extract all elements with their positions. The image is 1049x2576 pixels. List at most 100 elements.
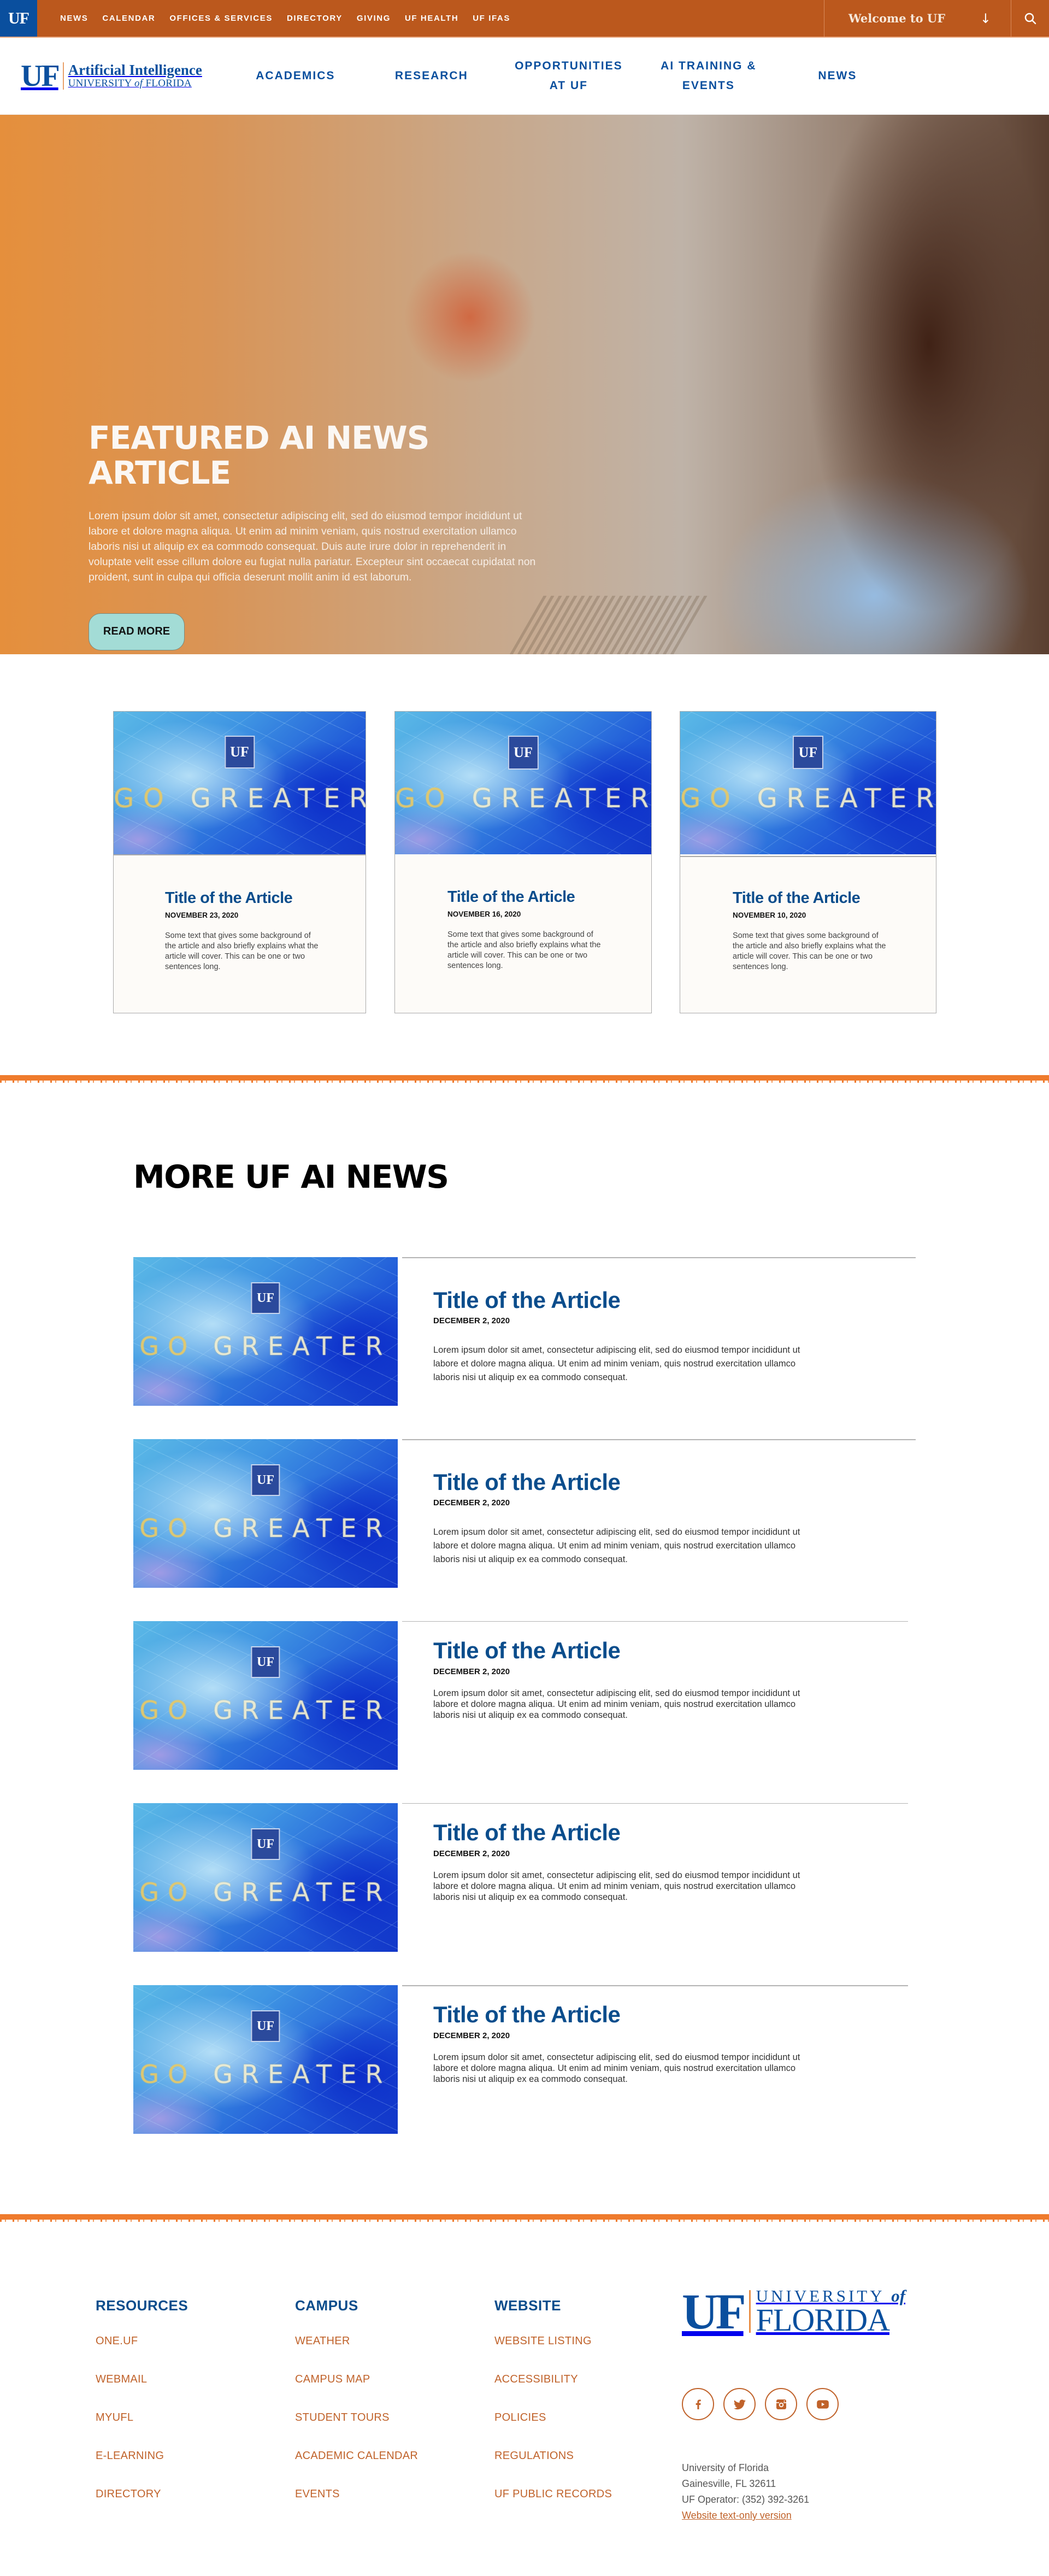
article-card[interactable]: UF GO GREATER Title of the Article NOVEM… — [680, 711, 936, 1013]
card-body: Title of the Article NOVEMBER 10, 2020 S… — [680, 856, 936, 1013]
article-card[interactable]: UF GO GREATER Title of the Article NOVEM… — [113, 711, 366, 1013]
uf-badge: UF — [508, 736, 539, 770]
footer-heading: CAMPUS — [295, 2297, 358, 2314]
footer-link[interactable]: DIRECTORY — [96, 2488, 161, 2500]
nav-item-research[interactable]: RESEARCH — [388, 66, 475, 86]
util-link-giving[interactable]: GIVING — [357, 14, 391, 23]
address-line: University of Florida — [682, 2462, 769, 2473]
footer-link[interactable]: ACCESSIBILITY — [494, 2373, 578, 2385]
logo-uf: UF — [21, 59, 60, 93]
footer-link[interactable]: STUDENT TOURS — [295, 2411, 390, 2424]
wordmark-uf: UF — [682, 2284, 746, 2339]
util-link-directory[interactable]: DIRECTORY — [287, 14, 343, 23]
read-more-button[interactable]: READ MORE — [89, 613, 185, 650]
footer-heading: RESOURCES — [96, 2297, 188, 2314]
article-image: UF GO GREATER — [133, 1803, 398, 1952]
nav-item-academics[interactable]: ACADEMICS — [249, 66, 342, 86]
news-title: Title of the Article — [433, 1820, 621, 1845]
util-link-uf-ifas[interactable]: UF IFAS — [473, 14, 510, 23]
row-divider — [402, 1257, 916, 1258]
welcome-dropdown[interactable]: Welcome to UF ↓ — [824, 0, 1011, 37]
uf-home-logo[interactable]: UF — [0, 0, 37, 37]
go-greater-text: GO GREATER — [395, 783, 651, 814]
youtube-link[interactable] — [806, 2388, 839, 2420]
uf-badge: UF — [224, 736, 255, 769]
card-title: Title of the Article — [447, 888, 575, 906]
news-description: Lorem ipsum dolor sit amet, consectetur … — [433, 1345, 800, 1382]
main-nav: UF Artificial Intelligence UNIVERSITY of… — [0, 38, 1049, 115]
footer-link[interactable]: EVENTS — [295, 2488, 340, 2500]
arrow-down-icon: ↓ — [980, 10, 991, 26]
nav-item-news[interactable]: NEWS — [808, 66, 868, 86]
logo-divider — [62, 62, 64, 90]
site-footer: RESOURCES ONE.UF WEBMAIL MYUFL E-LEARNIN… — [0, 2220, 1049, 2528]
news-title: Title of the Article — [433, 1638, 621, 1663]
youtube-icon — [816, 2399, 829, 2409]
article-image: UF GO GREATER — [114, 712, 366, 854]
article-image: UF GO GREATER — [395, 712, 651, 854]
article-image: UF GO GREATER — [680, 712, 936, 854]
footer-link[interactable]: WEATHER — [295, 2335, 350, 2347]
footer-link[interactable]: ONE.UF — [96, 2335, 138, 2347]
card-description: Some text that gives some background of … — [733, 931, 886, 971]
footer-link[interactable]: CAMPUS MAP — [295, 2373, 370, 2385]
footer-address: University of Florida Gainesville, FL 32… — [682, 2460, 809, 2524]
news-list-item[interactable]: UF GO GREATER Title of the Article DECEM… — [133, 1621, 908, 1770]
util-link-calendar[interactable]: CALENDAR — [102, 14, 155, 23]
facebook-link[interactable] — [682, 2388, 714, 2420]
card-body: Title of the Article NOVEMBER 16, 2020 S… — [395, 854, 651, 1013]
search-button[interactable] — [1011, 0, 1049, 37]
footer-link[interactable]: REGULATIONS — [494, 2450, 574, 2462]
article-image: UF GO GREATER — [133, 1985, 398, 2134]
nav-item-opportunities[interactable]: OPPORTUNITIES AT UF — [506, 56, 632, 95]
news-list-item[interactable]: UF GO GREATER Title of the Article DECEM… — [133, 1439, 916, 1588]
hero-content: FEATURED AI NEWS ARTICLE Lorem ipsum dol… — [89, 419, 547, 650]
article-card[interactable]: UF GO GREATER Title of the Article NOVEM… — [394, 711, 652, 1013]
footer-link[interactable]: MYUFL — [96, 2411, 133, 2424]
twitter-link[interactable] — [723, 2388, 756, 2420]
news-list-item[interactable]: UF GO GREATER Title of the Article DECEM… — [133, 1257, 916, 1406]
util-link-uf-health[interactable]: UF HEALTH — [405, 14, 458, 23]
news-description: Lorem ipsum dolor sit amet, consectetur … — [433, 1688, 800, 1720]
footer-heading: WEBSITE — [494, 2297, 561, 2314]
news-date: DECEMBER 2, 2020 — [433, 1498, 510, 1507]
go-greater-text: GO GREATER — [139, 1877, 392, 1907]
operator-phone: UF Operator: (352) 392-3261 — [682, 2494, 810, 2505]
news-title: Title of the Article — [433, 2002, 621, 2027]
uf-badge: UF — [251, 1828, 280, 1861]
card-description: Some text that gives some background of … — [447, 930, 601, 970]
news-date: DECEMBER 2, 2020 — [433, 1849, 510, 1858]
site-logo[interactable]: UF Artificial Intelligence UNIVERSITY of… — [21, 61, 202, 91]
nav-item-ai-training-events[interactable]: AI TRAINING & EVENTS — [646, 56, 771, 95]
news-list-item[interactable]: UF GO GREATER Title of the Article DECEM… — [133, 1985, 908, 2134]
search-icon — [1024, 13, 1036, 24]
main-nav-items: ACADEMICS RESEARCH OPPORTUNITIES AT UF AI… — [202, 56, 868, 95]
uf-wordmark-logo[interactable]: UF UNIVERSITY of FLORIDA — [682, 2286, 905, 2337]
row-divider — [402, 1439, 916, 1440]
news-list-item[interactable]: UF GO GREATER Title of the Article DECEM… — [133, 1803, 908, 1952]
twitter-icon — [733, 2399, 746, 2409]
hero-featured-article: FEATURED AI NEWS ARTICLE Lorem ipsum dol… — [0, 115, 1049, 654]
instagram-link[interactable] — [765, 2388, 797, 2420]
logo-line1: Artificial Intelligence — [68, 61, 202, 78]
footer-link[interactable]: WEBSITE LISTING — [494, 2335, 592, 2347]
footer-link[interactable]: WEBMAIL — [96, 2373, 147, 2385]
news-title: Title of the Article — [433, 1287, 621, 1313]
card-title: Title of the Article — [733, 889, 861, 907]
card-date: NOVEMBER 16, 2020 — [447, 910, 521, 918]
footer-link[interactable]: ACADEMIC CALENDAR — [295, 2450, 418, 2462]
logo-line2: UNIVERSITY of FLORIDA — [68, 78, 192, 90]
text-only-version-link[interactable]: Website text-only version — [682, 2510, 792, 2521]
footer-link[interactable]: UF PUBLIC RECORDS — [494, 2488, 612, 2500]
footer-link[interactable]: E-LEARNING — [96, 2450, 164, 2462]
util-link-news[interactable]: NEWS — [60, 14, 88, 23]
news-description: Lorem ipsum dolor sit amet, consectetur … — [433, 1527, 800, 1564]
hero-title: FEATURED AI NEWS ARTICLE — [89, 419, 429, 491]
uf-badge: UF — [251, 1646, 280, 1679]
utility-nav: NEWS CALENDAR OFFICES & SERVICES DIRECTO… — [37, 0, 510, 37]
footer-link[interactable]: POLICIES — [494, 2411, 546, 2424]
util-link-offices-services[interactable]: OFFICES & SERVICES — [169, 14, 273, 23]
article-image: UF GO GREATER — [133, 1621, 398, 1770]
card-date: NOVEMBER 10, 2020 — [733, 911, 806, 919]
row-divider — [402, 1803, 908, 1804]
